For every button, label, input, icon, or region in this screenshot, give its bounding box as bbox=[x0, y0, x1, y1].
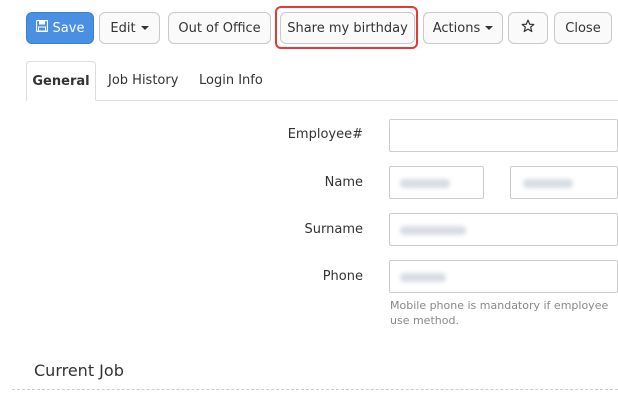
employee-number-input[interactable] bbox=[389, 119, 618, 152]
phone-input[interactable] bbox=[389, 260, 618, 293]
tab-general-label: General bbox=[32, 73, 90, 89]
tab-bar: General Job History Login Info bbox=[26, 61, 618, 101]
star-icon bbox=[521, 19, 535, 37]
favorite-button[interactable] bbox=[508, 12, 548, 44]
share-birthday-button[interactable]: Share my birthday bbox=[280, 12, 415, 44]
floppy-disk-icon bbox=[35, 19, 48, 36]
tab-job-history[interactable]: Job History bbox=[108, 61, 178, 100]
tab-login-info-label: Login Info bbox=[199, 73, 263, 88]
tab-login-info[interactable]: Login Info bbox=[199, 61, 263, 100]
phone-help-text: Mobile phone is mandatory if employee us… bbox=[390, 299, 609, 327]
surname-label: Surname bbox=[304, 222, 363, 237]
redacted-value bbox=[400, 226, 466, 235]
caret-down-icon bbox=[485, 26, 494, 30]
actions-label: Actions bbox=[432, 20, 481, 36]
redacted-value bbox=[400, 273, 446, 282]
phone-label: Phone bbox=[322, 269, 363, 284]
out-of-office-button[interactable]: Out of Office bbox=[168, 12, 271, 44]
redacted-value bbox=[400, 179, 450, 188]
name-label: Name bbox=[324, 175, 363, 190]
section-divider bbox=[12, 389, 618, 390]
first-name-input[interactable] bbox=[389, 166, 484, 199]
close-label: Close bbox=[565, 20, 601, 36]
close-button[interactable]: Close bbox=[554, 12, 612, 44]
surname-input[interactable] bbox=[389, 213, 618, 246]
out-of-office-label: Out of Office bbox=[178, 20, 261, 36]
tab-job-history-label: Job History bbox=[108, 73, 179, 88]
tab-general[interactable]: General bbox=[26, 61, 96, 101]
save-label: Save bbox=[52, 20, 85, 36]
share-birthday-label: Share my birthday bbox=[287, 20, 408, 36]
caret-down-icon bbox=[140, 26, 149, 30]
save-button[interactable]: Save bbox=[26, 12, 94, 44]
edit-label: Edit bbox=[110, 20, 136, 36]
actions-dropdown-button[interactable]: Actions bbox=[423, 12, 503, 44]
edit-dropdown-button[interactable]: Edit bbox=[99, 12, 160, 44]
current-job-heading: Current Job bbox=[34, 361, 124, 380]
last-name-input[interactable] bbox=[510, 166, 618, 199]
redacted-value bbox=[523, 179, 573, 188]
employee-number-label: Employee# bbox=[287, 127, 363, 142]
